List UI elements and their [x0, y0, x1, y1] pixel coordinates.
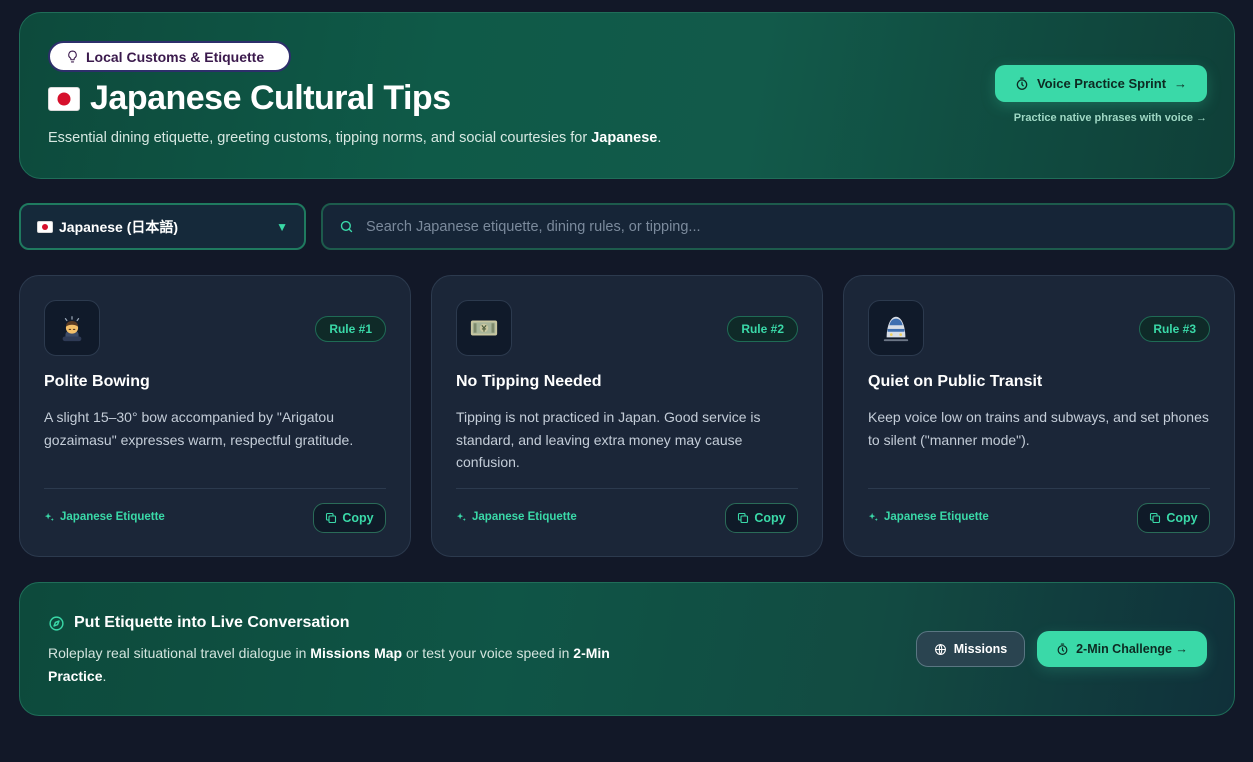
card-category-label: Japanese Etiquette — [884, 511, 989, 523]
cta-desc-part: Roleplay real situational travel dialogu… — [48, 645, 311, 661]
card-divider — [868, 488, 1210, 489]
tip-card-polite-bowing: Rule #1 Polite Bowing A slight 15–30° bo… — [19, 275, 411, 557]
lightbulb-icon — [68, 50, 77, 63]
category-badge: Local Customs & Etiquette — [48, 41, 291, 72]
copy-button-label: Copy — [342, 511, 374, 525]
japan-flag-icon — [48, 86, 80, 111]
card-title: Polite Bowing — [44, 373, 150, 390]
stopwatch-icon — [1057, 642, 1068, 655]
rule-number-badge: Rule #3 — [1139, 316, 1210, 342]
page-subtitle: Essential dining etiquette, greeting cus… — [48, 130, 661, 146]
copy-button[interactable]: Copy — [313, 503, 386, 533]
card-divider — [456, 488, 798, 489]
voice-practice-sprint-label: Voice Practice Sprint — [1036, 76, 1167, 91]
voice-practice-sprint-button[interactable]: Voice Practice Sprint → — [995, 65, 1207, 102]
copy-icon — [1150, 512, 1161, 524]
copy-button[interactable]: Copy — [1137, 503, 1210, 533]
page: Local Customs & Etiquette Japanese Cultu… — [0, 0, 1253, 762]
cta-title: Put Etiquette into Live Conversation — [48, 614, 350, 632]
card-icon-tile — [456, 300, 512, 356]
two-min-challenge-label: 2-Min Challenge → — [1076, 642, 1188, 656]
page-title: Japanese Cultural Tips — [48, 79, 451, 118]
card-category-tag: Japanese Etiquette — [868, 511, 989, 523]
language-select[interactable]: Japanese (日本語) ▼ — [19, 203, 306, 250]
page-title-text: Japanese Cultural Tips — [90, 79, 451, 117]
search-bar[interactable] — [321, 203, 1235, 250]
voice-practice-hint-link[interactable]: Practice native phrases with voice → — [985, 112, 1207, 124]
card-icon-tile — [868, 300, 924, 356]
yen-banknote-icon — [470, 320, 498, 336]
arrow-right-icon: → — [1174, 76, 1188, 91]
copy-button-label: Copy — [754, 511, 786, 525]
train-icon — [883, 316, 909, 342]
card-title: No Tipping Needed — [456, 373, 602, 390]
sparkles-icon — [44, 512, 54, 521]
missions-button-label: Missions — [953, 642, 1008, 656]
sparkles-icon — [868, 512, 878, 521]
search-input[interactable] — [366, 218, 1216, 235]
category-badge-label: Local Customs & Etiquette — [86, 48, 265, 65]
japan-flag-icon — [37, 220, 53, 233]
card-title: Quiet on Public Transit — [868, 373, 1043, 390]
rule-number-badge: Rule #2 — [727, 316, 798, 342]
stopwatch-icon — [1016, 77, 1028, 90]
missions-button[interactable]: Missions — [916, 631, 1025, 667]
tip-card-quiet-transit: Rule #3 Quiet on Public Transit Keep voi… — [843, 275, 1235, 557]
globe-icon — [934, 643, 946, 655]
cta-description: Roleplay real situational travel dialogu… — [48, 642, 628, 688]
conversation-cta-banner: Put Etiquette into Live Conversation Rol… — [19, 582, 1235, 716]
language-select-value: Japanese (日本語) — [59, 218, 179, 235]
subtitle-prefix: Essential dining etiquette, greeting cus… — [48, 130, 592, 146]
two-min-challenge-button[interactable]: 2-Min Challenge → — [1037, 631, 1207, 667]
copy-button-label: Copy — [1166, 511, 1198, 525]
chevron-down-icon: ▼ — [276, 219, 288, 234]
rule-number-badge: Rule #1 — [315, 316, 386, 342]
compass-icon — [49, 615, 64, 631]
card-divider — [44, 488, 386, 489]
cta-desc-missions-map: Missions Map — [310, 645, 403, 661]
copy-icon — [738, 512, 749, 524]
subtitle-language: Japanese — [591, 130, 658, 146]
card-category-tag: Japanese Etiquette — [44, 511, 165, 523]
cta-desc-part: or test your voice speed in — [402, 645, 574, 661]
card-category-label: Japanese Etiquette — [60, 511, 165, 523]
sparkles-icon — [456, 512, 466, 521]
cta-desc-part: . — [102, 668, 107, 684]
hero-banner: Local Customs & Etiquette Japanese Cultu… — [19, 12, 1235, 179]
cta-title-text: Put Etiquette into Live Conversation — [74, 614, 350, 631]
bowing-person-icon — [62, 316, 82, 342]
card-icon-tile — [44, 300, 100, 356]
tip-card-no-tipping: Rule #2 No Tipping Needed Tipping is not… — [431, 275, 823, 557]
subtitle-suffix: . — [657, 130, 662, 146]
card-description: A slight 15–30° bow accompanied by "Arig… — [44, 409, 354, 448]
copy-icon — [326, 512, 337, 524]
copy-button[interactable]: Copy — [725, 503, 798, 533]
card-description: Keep voice low on trains and subways, an… — [868, 409, 1209, 448]
card-description: Tipping is not practiced in Japan. Good … — [456, 409, 761, 470]
search-icon — [340, 220, 353, 233]
card-category-tag: Japanese Etiquette — [456, 511, 577, 523]
card-category-label: Japanese Etiquette — [472, 511, 577, 523]
